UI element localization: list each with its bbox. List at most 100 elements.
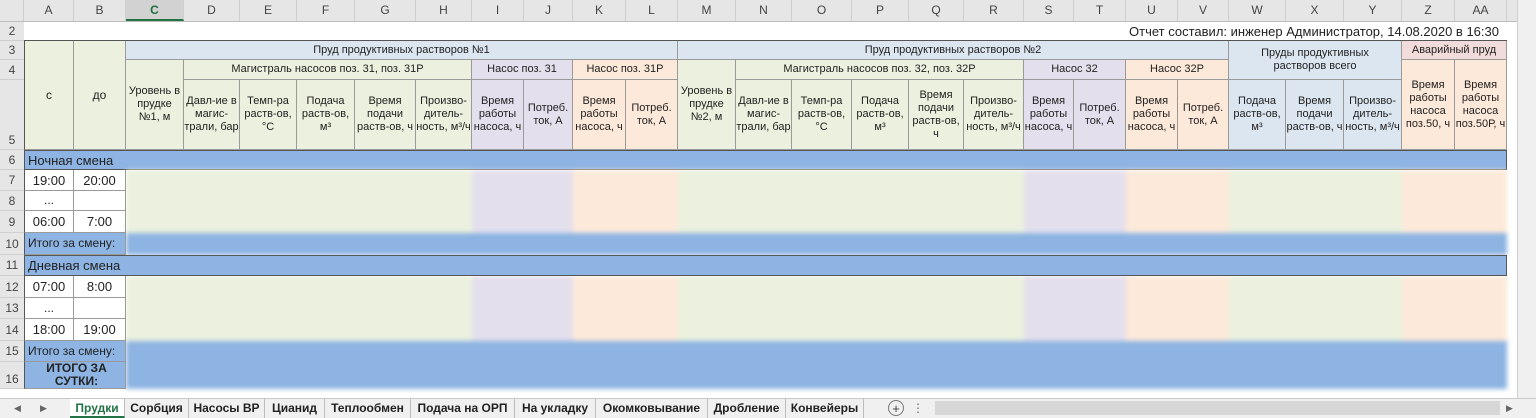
daily-total: ИТОГО ЗА СУТКИ: xyxy=(24,362,126,389)
row-header-4[interactable]: 4 xyxy=(0,60,24,80)
header-pump50: Время работы насоса поз.50, ч xyxy=(1402,60,1455,150)
col-header-T[interactable]: T xyxy=(1074,0,1126,21)
hscroll-right-icon[interactable]: ▶ xyxy=(1506,399,1520,418)
header-current-32: Потреб. ток, А xyxy=(1074,80,1126,150)
empty-r13[interactable] xyxy=(74,298,126,319)
header-feed-2: Подача раств-ов, м³ xyxy=(852,80,909,150)
header-emergency: Аварийный пруд xyxy=(1402,41,1507,60)
spreadsheet-grid[interactable]: A B C D E F G H I J K L M N O P Q R S T … xyxy=(0,0,1536,398)
time-from-r12[interactable]: 07:00 xyxy=(24,276,74,298)
col-header-Y[interactable]: Y xyxy=(1344,0,1402,21)
header-main1: Магистраль насосов поз. 31, поз. 31Р xyxy=(184,60,472,80)
col-header-W[interactable]: W xyxy=(1229,0,1286,21)
ellipsis-r8[interactable]: ... xyxy=(24,191,74,211)
col-header-P[interactable]: P xyxy=(852,0,909,21)
row-header-5[interactable]: 5 xyxy=(0,80,24,150)
header-pressure-1: Давл-ие в магис-трали, бар xyxy=(184,80,240,150)
col-header-R[interactable]: R xyxy=(964,0,1024,21)
empty-r8[interactable] xyxy=(74,191,126,211)
day-shift-band: Дневная смена xyxy=(24,255,1507,276)
col-header-Q[interactable]: Q xyxy=(909,0,964,21)
header-to: до xyxy=(74,41,126,150)
col-header-Z[interactable]: Z xyxy=(1402,0,1455,21)
header-pump32r: Насос 32Р xyxy=(1126,60,1229,80)
row-header-11[interactable]: 11 xyxy=(0,255,24,276)
more-options-icon[interactable]: ⋮ xyxy=(912,399,924,418)
report-author: Отчет составил: инженер Администратор, 1… xyxy=(24,22,1507,41)
row-header-9[interactable]: 9 xyxy=(0,211,24,233)
header-current-32r: Потреб. ток, А xyxy=(1178,80,1229,150)
time-to-r9[interactable]: 7:00 xyxy=(74,211,126,233)
col-header-J[interactable]: J xyxy=(524,0,573,21)
tab-tsianid[interactable]: Цианид xyxy=(265,399,325,418)
col-header-A[interactable]: A xyxy=(24,0,74,21)
column-header-bar: A B C D E F G H I J K L M N O P Q R S T … xyxy=(0,0,1517,22)
row-header-3[interactable]: 3 xyxy=(0,41,24,60)
col-header-U[interactable]: U xyxy=(1126,0,1178,21)
header-temp-2: Темп-ра раств-ов, °С xyxy=(792,80,852,150)
header-pressure-2: Давл-ие в магис-трали, бар xyxy=(736,80,792,150)
time-to-r7[interactable]: 20:00 xyxy=(74,170,126,191)
header-from: с xyxy=(24,41,74,150)
col-header-D[interactable]: D xyxy=(184,0,240,21)
add-sheet-icon[interactable]: + xyxy=(888,400,904,416)
row-header-2[interactable]: 2 xyxy=(0,22,24,41)
col-header-B[interactable]: B xyxy=(74,0,126,21)
tab-podacha-orp[interactable]: Подача на ОРП xyxy=(411,399,515,418)
time-to-r14[interactable]: 19:00 xyxy=(74,319,126,341)
col-header-I[interactable]: I xyxy=(472,0,524,21)
time-from-r9[interactable]: 06:00 xyxy=(24,211,74,233)
select-all-corner[interactable] xyxy=(0,0,24,21)
vertical-scrollbar[interactable] xyxy=(1517,0,1536,398)
tab-droblenie[interactable]: Дробление xyxy=(708,399,786,418)
horizontal-scrollbar[interactable] xyxy=(935,401,1500,415)
header-pump31r: Насос поз. 31Р xyxy=(573,60,678,80)
col-header-M[interactable]: M xyxy=(678,0,736,21)
tab-nasosy-vr[interactable]: Насосы ВР xyxy=(189,399,265,418)
tab-konveyery[interactable]: Конвейеры xyxy=(786,399,864,418)
col-header-X[interactable]: X xyxy=(1286,0,1344,21)
col-header-G[interactable]: G xyxy=(355,0,416,21)
col-header-S[interactable]: S xyxy=(1024,0,1074,21)
header-temp-1: Темп-ра раств-ов, °С xyxy=(240,80,297,150)
tab-na-ukladku[interactable]: На укладку xyxy=(515,399,596,418)
tab-okomkovyvanie[interactable]: Окомковывание xyxy=(596,399,708,418)
header-feed-time-2: Время подачи раств-ов, ч xyxy=(909,80,964,150)
time-to-r12[interactable]: 8:00 xyxy=(74,276,126,298)
time-from-r7[interactable]: 19:00 xyxy=(24,170,74,191)
col-header-C[interactable]: C xyxy=(126,0,184,21)
col-header-K[interactable]: K xyxy=(573,0,626,21)
col-header-O[interactable]: O xyxy=(792,0,852,21)
header-feed-time-total: Время подачи раств-ов, ч xyxy=(1286,80,1344,150)
col-header-AA[interactable]: AA xyxy=(1455,0,1507,21)
col-header-F[interactable]: F xyxy=(297,0,355,21)
ellipsis-r13[interactable]: ... xyxy=(24,298,74,319)
tab-sorbtsiya[interactable]: Сорбция xyxy=(125,399,189,418)
row-header-12[interactable]: 12 xyxy=(0,276,24,298)
header-main2: Магистраль насосов поз. 32, поз. 32Р xyxy=(736,60,1024,80)
header-pond2: Пруд продуктивных растворов №2 xyxy=(678,41,1229,60)
header-ponds-total: Пруды продуктивных растворов всего xyxy=(1229,41,1402,80)
row-header-15[interactable]: 15 xyxy=(0,341,24,362)
col-header-H[interactable]: H xyxy=(416,0,472,21)
row-header-13[interactable]: 13 xyxy=(0,298,24,319)
col-header-N[interactable]: N xyxy=(736,0,792,21)
col-header-L[interactable]: L xyxy=(626,0,678,21)
col-header-E[interactable]: E xyxy=(240,0,297,21)
header-pump-time-32: Время работы насоса, ч xyxy=(1024,80,1074,150)
night-shift-total: Итого за смену: xyxy=(24,233,126,255)
tab-scroll-right-icon[interactable]: ▶ xyxy=(40,399,54,418)
header-pump-time-31r: Время работы насоса, ч xyxy=(573,80,626,150)
time-from-r14[interactable]: 18:00 xyxy=(24,319,74,341)
tab-prudki[interactable]: Прудки xyxy=(70,399,125,418)
col-header-V[interactable]: V xyxy=(1178,0,1229,21)
header-level1: Уровень в прудке №1, м xyxy=(126,60,184,150)
tab-teploobmen[interactable]: Теплообмен xyxy=(325,399,411,418)
row-header-10[interactable]: 10 xyxy=(0,233,24,255)
row-header-16[interactable]: 16 xyxy=(0,362,24,389)
row-header-8[interactable]: 8 xyxy=(0,191,24,211)
tab-scroll-left-icon[interactable]: ◀ xyxy=(14,399,28,418)
row-header-14[interactable]: 14 xyxy=(0,319,24,341)
row-header-6[interactable]: 6 xyxy=(0,150,24,170)
row-header-7[interactable]: 7 xyxy=(0,170,24,191)
